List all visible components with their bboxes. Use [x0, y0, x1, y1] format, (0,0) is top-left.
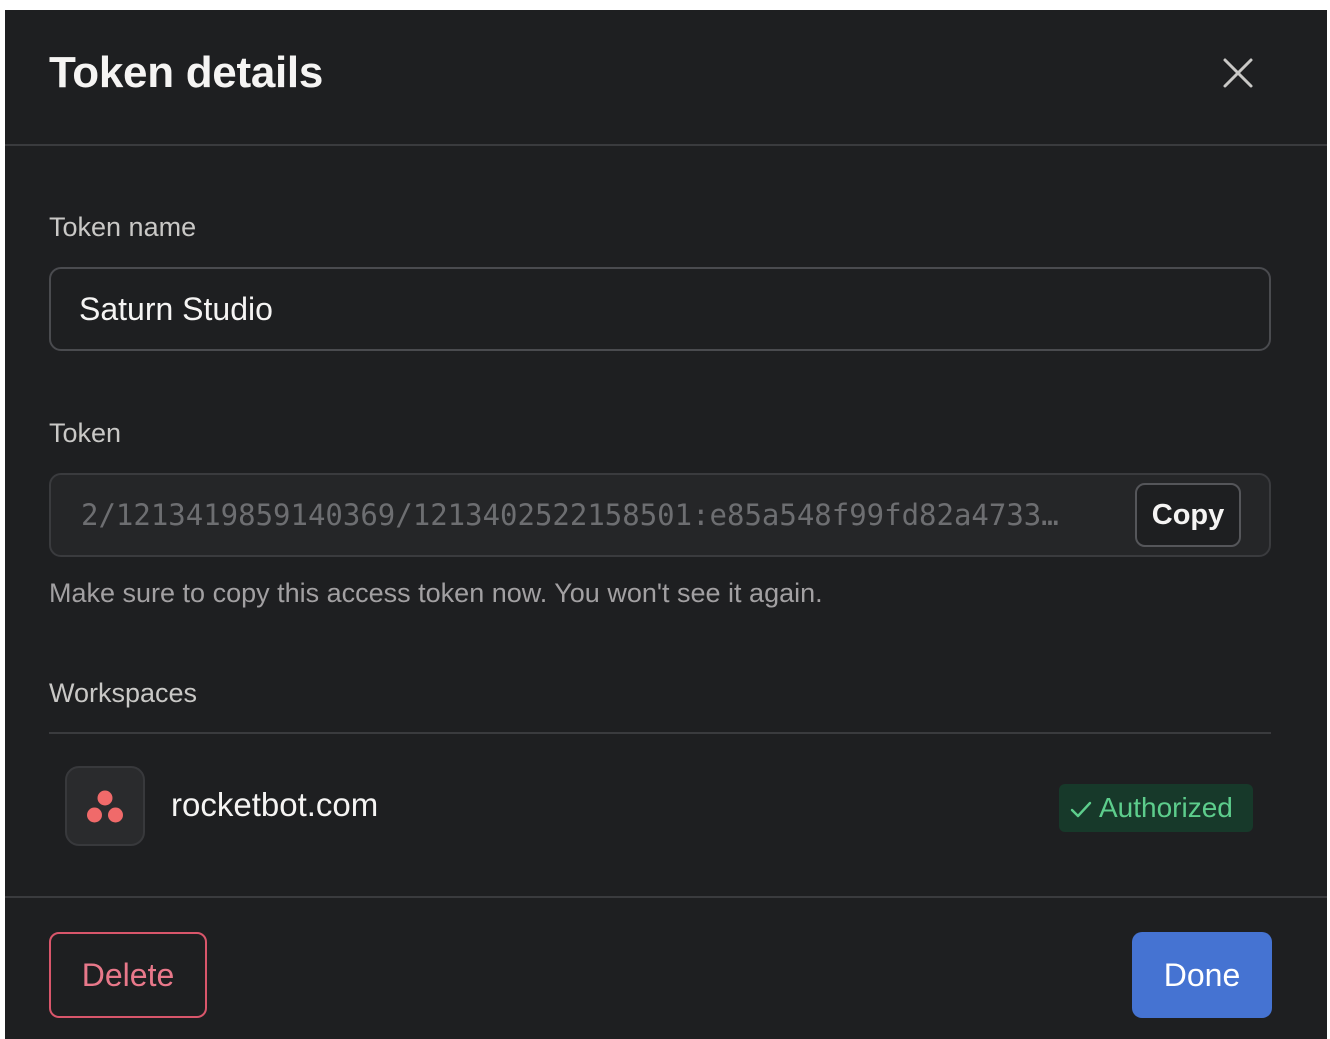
delete-button[interactable]: Delete — [49, 932, 207, 1018]
workspaces-label: Workspaces — [49, 678, 198, 708]
dialog-footer: Delete Done — [5, 896, 1327, 1039]
token-name-label: Token name — [49, 212, 197, 242]
token-value: 2/1213419859140369/1213402522158501:e85a… — [81, 498, 1059, 532]
token-name-field — [49, 267, 1271, 351]
token-details-dialog: Token details Token name Token 2/1213419… — [5, 10, 1327, 1039]
dialog-header: Token details — [5, 10, 1327, 146]
token-hint: Make sure to copy this access token now.… — [49, 578, 823, 608]
token-name-input[interactable] — [51, 269, 1269, 349]
status-badge: Authorized — [1059, 784, 1253, 832]
workspace-name: rocketbot.com — [171, 786, 379, 823]
workspace-logo — [65, 766, 145, 846]
copy-button[interactable]: Copy — [1135, 483, 1241, 547]
token-label: Token — [49, 418, 122, 448]
dialog-title: Token details — [49, 48, 324, 97]
check-icon — [1070, 801, 1092, 818]
close-button[interactable] — [1215, 50, 1261, 96]
status-badge-label: Authorized — [1099, 792, 1233, 823]
workspace-row: rocketbot.com Authorized — [49, 734, 1271, 884]
token-field: 2/1213419859140369/1213402522158501:e85a… — [49, 473, 1271, 557]
asana-logo-icon — [87, 790, 123, 823]
close-icon — [1223, 58, 1253, 88]
done-button[interactable]: Done — [1132, 932, 1272, 1018]
